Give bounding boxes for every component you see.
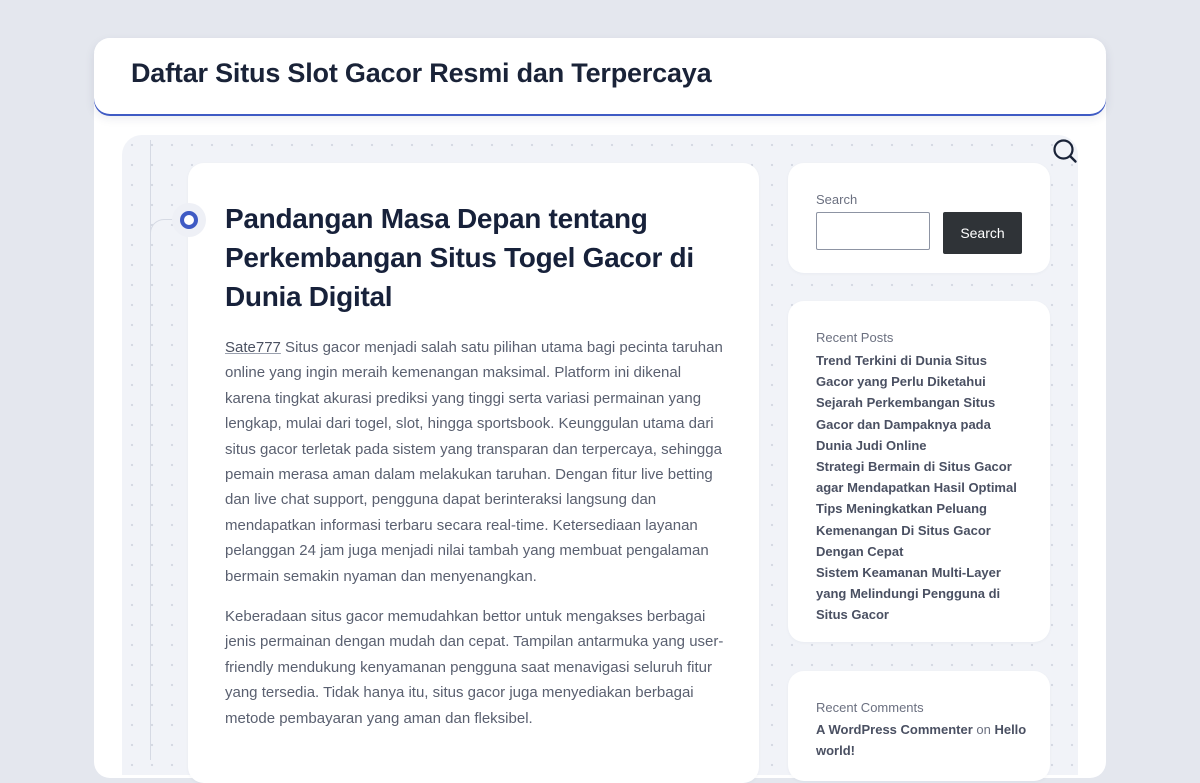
search-icon[interactable] (1051, 137, 1079, 165)
site-header: Daftar Situs Slot Gacor Resmi dan Terper… (94, 38, 1106, 114)
comment-author-link[interactable]: A WordPress Commenter (816, 722, 973, 737)
search-input[interactable] (816, 212, 930, 250)
post-card: Pandangan Masa Depan tentang Perkembanga… (188, 163, 759, 783)
search-icon-svg (1053, 139, 1077, 163)
post-body: Sate777 Situs gacor menjadi salah satu p… (225, 335, 725, 746)
list-item: Tips Meningkatkan Peluang Kemenangan Di … (816, 498, 1028, 562)
site-title[interactable]: Daftar Situs Slot Gacor Resmi dan Terper… (131, 58, 712, 89)
recent-comments-widget: Recent Comments A WordPress Commenter on… (788, 671, 1050, 781)
post-paragraph: Sate777 Situs gacor menjadi salah satu p… (225, 335, 725, 589)
recent-posts-list: Trend Terkini di Dunia Situs Gacor yang … (816, 350, 1028, 626)
timeline-dot-icon (172, 203, 206, 237)
recent-comment: A WordPress Commenter on Hello world! (816, 719, 1028, 761)
comment-on-text: on (972, 722, 995, 737)
recent-posts-heading: Recent Posts (816, 330, 894, 345)
list-item: Strategi Bermain di Situs Gacor agar Men… (816, 456, 1028, 498)
recent-post-link[interactable]: Sejarah Perkembangan Situs Gacor dan Dam… (816, 395, 995, 452)
recent-post-link[interactable]: Trend Terkini di Dunia Situs Gacor yang … (816, 353, 987, 389)
post-link-sate777[interactable]: Sate777 (225, 339, 281, 356)
search-widget: Search Search (788, 163, 1050, 273)
list-item: Trend Terkini di Dunia Situs Gacor yang … (816, 350, 1028, 392)
recent-post-link[interactable]: Strategi Bermain di Situs Gacor agar Men… (816, 459, 1017, 495)
post-paragraph: Keberadaan situs gacor memudahkan bettor… (225, 608, 724, 727)
recent-post-link[interactable]: Sistem Keamanan Multi-Layer yang Melindu… (816, 565, 1001, 622)
recent-post-link[interactable]: Tips Meningkatkan Peluang Kemenangan Di … (816, 501, 991, 558)
post-paragraph-text: Situs gacor menjadi salah satu pilihan u… (225, 339, 723, 585)
list-item: Sistem Keamanan Multi-Layer yang Melindu… (816, 562, 1028, 626)
post-title[interactable]: Pandangan Masa Depan tentang Perkembanga… (225, 199, 725, 316)
recent-posts-widget: Recent Posts Trend Terkini di Dunia Situ… (788, 301, 1050, 642)
search-label: Search (816, 192, 858, 207)
recent-comments-heading: Recent Comments (816, 700, 924, 715)
list-item: Sejarah Perkembangan Situs Gacor dan Dam… (816, 392, 1028, 456)
search-button[interactable]: Search (943, 212, 1022, 254)
